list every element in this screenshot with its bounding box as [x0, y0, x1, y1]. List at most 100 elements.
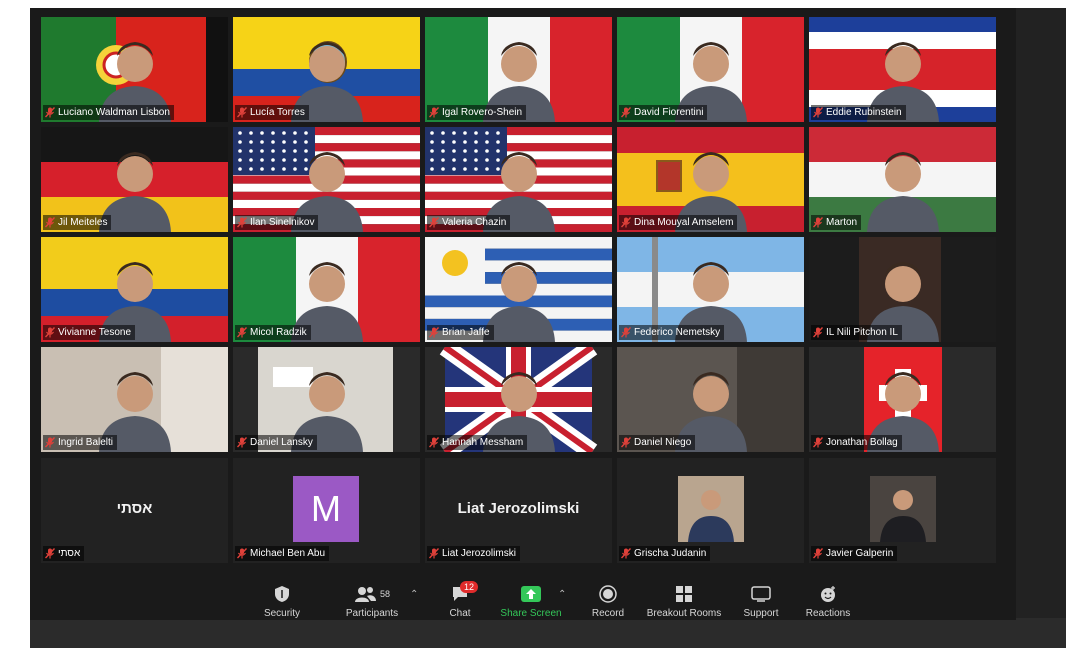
participant-name: Dina Mouyal Amselem	[634, 217, 734, 228]
participant-name: Vivianne Tesone	[58, 327, 132, 338]
muted-mic-icon	[621, 437, 631, 448]
participant-tile[interactable]: Daniel Lansky	[233, 347, 420, 452]
muted-mic-icon	[237, 107, 247, 118]
participant-name-label: Micol Radzik	[235, 325, 311, 340]
participant-name: Hannah Messham	[442, 437, 524, 448]
participant-name-label: Dina Mouyal Amselem	[619, 215, 738, 230]
participant-tile[interactable]: Grischa Judanin	[617, 458, 804, 563]
chat-button[interactable]: 12 Chat	[442, 581, 479, 619]
meeting-toolbar: Security 58 Participants ⌃ 12 Chat Share…	[30, 575, 1016, 620]
muted-mic-icon	[429, 327, 439, 338]
share-chevron-up-icon[interactable]: ⌃	[558, 589, 566, 600]
participant-name-label: Grischa Judanin	[619, 546, 711, 561]
participant-tile[interactable]: Jil Meiteles	[41, 127, 228, 232]
participant-tile[interactable]: Ilan Sinelnikov	[233, 127, 420, 232]
participant-tile[interactable]: IL Nili Pitchon IL	[809, 237, 996, 342]
participant-name: David Fiorentini	[634, 107, 704, 118]
muted-mic-icon	[237, 437, 247, 448]
participant-tile[interactable]: Daniel Niego	[617, 347, 804, 452]
muted-mic-icon	[429, 217, 439, 228]
participant-tile[interactable]: Brian Jaffe	[425, 237, 612, 342]
muted-mic-icon	[621, 327, 631, 338]
people-icon: 58	[336, 583, 408, 605]
participant-name-label: Eddie Rubinstein	[811, 105, 906, 120]
participant-tile[interactable]: Eddie Rubinstein	[809, 17, 996, 122]
muted-mic-icon	[45, 548, 55, 559]
participant-tile[interactable]: Lucía Torres	[233, 17, 420, 122]
reactions-button[interactable]: Reactions	[800, 583, 856, 619]
muted-mic-icon	[429, 437, 439, 448]
security-button[interactable]: Security	[262, 583, 302, 619]
muted-mic-icon	[813, 548, 823, 559]
participant-name: Daniel Lansky	[250, 437, 313, 448]
muted-mic-icon	[621, 548, 631, 559]
participant-name-label: Lucía Torres	[235, 105, 309, 120]
muted-mic-icon	[45, 217, 55, 228]
participant-tile[interactable]: Federico Nemetsky	[617, 237, 804, 342]
participant-name: Michael Ben Abu	[250, 548, 326, 559]
participant-name: Brian Jaffe	[442, 327, 490, 338]
participant-name-label: Javier Galperin	[811, 546, 898, 561]
participant-name-label: David Fiorentini	[619, 105, 708, 120]
participants-chevron-up-icon[interactable]: ⌃	[410, 589, 418, 600]
participant-tile[interactable]: David Fiorentini	[617, 17, 804, 122]
participant-name-label: Ingrid Balelti	[43, 435, 118, 450]
record-button[interactable]: Record	[588, 583, 628, 619]
participant-video	[866, 152, 939, 232]
participant-name: Marton	[826, 217, 858, 228]
participant-name: Daniel Niego	[634, 437, 692, 448]
participant-name: Valeria Chazin	[442, 217, 507, 228]
share-screen-button[interactable]: Share Screen	[498, 583, 564, 619]
profile-photo	[678, 476, 744, 542]
participant-tile[interactable]: Liat Jerozolimski Liat Jerozolimski	[425, 458, 612, 563]
muted-mic-icon	[429, 107, 439, 118]
participant-tile[interactable]: Jonathan Bollag	[809, 347, 996, 452]
participant-display-name: אסתי	[116, 500, 153, 517]
participant-name-label: Hannah Messham	[427, 435, 528, 450]
participant-tile[interactable]: M Michael Ben Abu	[233, 458, 420, 563]
muted-mic-icon	[237, 327, 247, 338]
participant-name: Javier Galperin	[826, 548, 894, 559]
participant-tile[interactable]: Marton	[809, 127, 996, 232]
support-label: Support	[743, 608, 779, 619]
participant-name-label: אסתי	[43, 546, 85, 561]
muted-mic-icon	[813, 437, 823, 448]
breakout-rooms-button[interactable]: Breakout Rooms	[642, 583, 726, 619]
participant-name: Lucía Torres	[250, 107, 305, 118]
participant-tile[interactable]: Javier Galperin	[809, 458, 996, 563]
share-screen-label: Share Screen	[500, 608, 562, 619]
participants-count: 58	[379, 589, 390, 599]
participant-name: Liat Jerozolimski	[442, 548, 516, 559]
participant-name: Jil Meiteles	[58, 217, 108, 228]
muted-mic-icon	[813, 107, 823, 118]
muted-mic-icon	[621, 107, 631, 118]
participant-tile[interactable]: Dina Mouyal Amselem	[617, 127, 804, 232]
participant-name-label: Marton	[811, 215, 862, 230]
support-button[interactable]: Support	[736, 583, 786, 619]
participant-name-label: Ilan Sinelnikov	[235, 215, 319, 230]
participant-name-label: Federico Nemetsky	[619, 325, 725, 340]
muted-mic-icon	[45, 107, 55, 118]
participant-name-label: Luciano Waldman Lisbon	[43, 105, 174, 120]
participants-button[interactable]: 58 Participants	[336, 583, 408, 619]
muted-mic-icon	[813, 217, 823, 228]
muted-mic-icon	[429, 548, 439, 559]
participant-name-label: Vivianne Tesone	[43, 325, 136, 340]
participants-label: Participants	[345, 608, 399, 619]
chat-label: Chat	[449, 608, 471, 619]
participant-tile[interactable]: Luciano Waldman Lisbon	[41, 17, 228, 122]
participant-tile[interactable]: Valeria Chazin	[425, 127, 612, 232]
muted-mic-icon	[45, 437, 55, 448]
record-icon	[588, 583, 628, 605]
participant-tile[interactable]: Hannah Messham	[425, 347, 612, 452]
participant-tile[interactable]: Micol Radzik	[233, 237, 420, 342]
participant-tile[interactable]: Ingrid Balelti	[41, 347, 228, 452]
support-icon	[736, 583, 786, 605]
reactions-label: Reactions	[805, 608, 851, 619]
participant-name: Grischa Judanin	[634, 548, 707, 559]
participant-tile[interactable]: Vivianne Tesone	[41, 237, 228, 342]
participant-name-label: IL Nili Pitchon IL	[811, 325, 902, 340]
participant-tile[interactable]: Igal Rovero-Shein	[425, 17, 612, 122]
participant-tile[interactable]: אסתי אסתי	[41, 458, 228, 563]
participant-name: Jonathan Bollag	[826, 437, 898, 448]
